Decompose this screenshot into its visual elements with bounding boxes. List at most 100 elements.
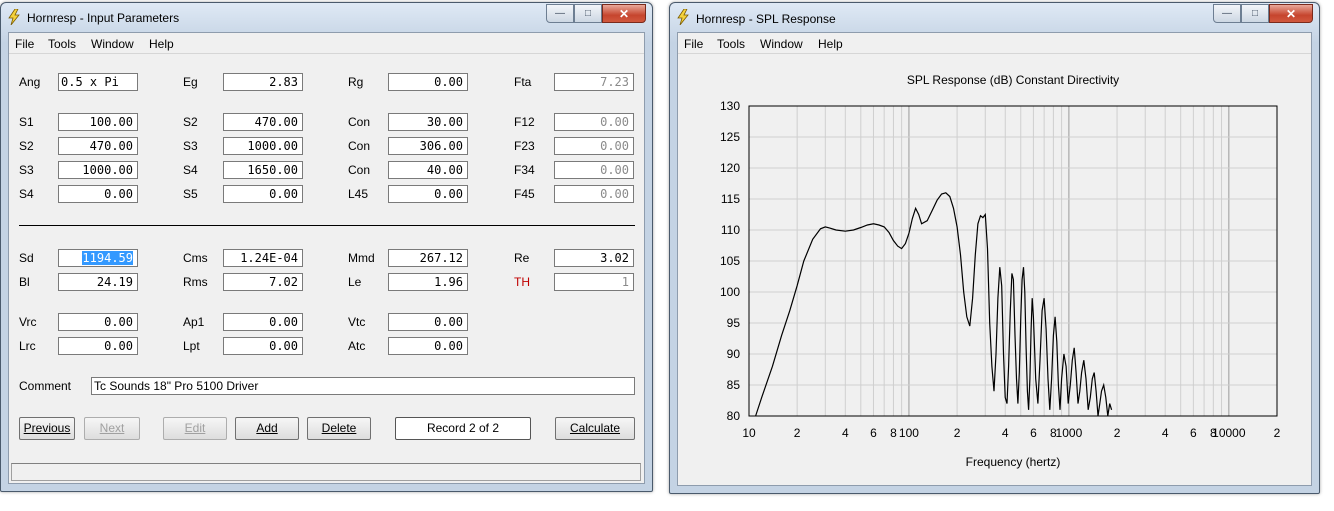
- edit-button-label: Edit: [184, 421, 206, 435]
- field-bl[interactable]: 24.19: [58, 273, 138, 291]
- field-eg[interactable]: 2.83: [223, 73, 303, 91]
- label-f34: F34: [514, 163, 535, 177]
- field-con[interactable]: 30.00: [388, 113, 468, 131]
- lightning-icon: [8, 9, 20, 25]
- field-s2[interactable]: 470.00: [58, 137, 138, 155]
- field-re[interactable]: 3.02: [554, 249, 634, 267]
- label-s3: S3: [19, 163, 34, 177]
- minimize-icon[interactable]: —: [546, 4, 574, 23]
- field-l45[interactable]: 0.00: [388, 185, 468, 203]
- close-icon[interactable]: ✕: [602, 4, 646, 23]
- field-ang[interactable]: 0.5 x Pi: [58, 73, 138, 91]
- field-sd-selected-text: 1194.59: [82, 251, 133, 265]
- label-th[interactable]: TH: [514, 275, 530, 289]
- menu-help[interactable]: Help: [818, 37, 843, 51]
- label-ang: Ang: [19, 75, 41, 89]
- y-tick-label: 105: [720, 254, 740, 268]
- edit-button[interactable]: Edit: [163, 417, 227, 440]
- field-th: 1: [554, 273, 634, 291]
- add-button[interactable]: Add: [235, 417, 299, 440]
- field-lrc[interactable]: 0.00: [58, 337, 138, 355]
- y-tick-label: 130: [720, 99, 740, 113]
- spl-response-window: Hornresp - SPL Response — □ ✕ File Tools…: [669, 2, 1320, 494]
- label-eg: Eg: [183, 75, 198, 89]
- field-mmd[interactable]: 267.12: [388, 249, 468, 267]
- spl-response-client: File Tools Window Help SPL Response (dB)…: [677, 32, 1312, 486]
- field-cms[interactable]: 1.24E-04: [223, 249, 303, 267]
- field-ap1[interactable]: 0.00: [223, 313, 303, 331]
- field-fta: 7.23: [554, 73, 634, 91]
- field-s3[interactable]: 1000.00: [223, 137, 303, 155]
- y-tick-labels: 80 85 90 95 100 105 110 115 120 125 130: [720, 99, 740, 423]
- label-lrc: Lrc: [19, 339, 36, 353]
- calculate-button-label: Calculate: [569, 421, 621, 435]
- field-s4[interactable]: 0.00: [58, 185, 138, 203]
- previous-button[interactable]: Previous: [19, 417, 75, 440]
- x-tick-label: 8: [890, 426, 897, 440]
- label-s3: S3: [183, 139, 198, 153]
- x-tick-labels: 10 2 4 6 8 100 2 4 6 81000 2 4 6 810000 2: [742, 426, 1280, 440]
- delete-button[interactable]: Delete: [307, 417, 371, 440]
- x-tick-label: 1000: [1056, 426, 1083, 440]
- y-tick-label: 100: [720, 285, 740, 299]
- menu-tools[interactable]: Tools: [717, 37, 745, 51]
- y-tick-label: 125: [720, 130, 740, 144]
- field-s1[interactable]: 100.00: [58, 113, 138, 131]
- menu-tools[interactable]: Tools: [48, 37, 76, 51]
- x-tick-label: 10: [742, 426, 756, 440]
- label-s5: S5: [183, 187, 198, 201]
- menu-bar: File Tools Window Help: [9, 33, 644, 53]
- lightning-icon: [677, 9, 689, 25]
- y-tick-label: 90: [727, 347, 741, 361]
- next-button[interactable]: Next: [84, 417, 140, 440]
- menu-help[interactable]: Help: [149, 37, 174, 51]
- close-icon[interactable]: ✕: [1269, 4, 1313, 23]
- label-f12: F12: [514, 115, 535, 129]
- menu-file[interactable]: File: [15, 37, 34, 51]
- field-s3[interactable]: 1000.00: [58, 161, 138, 179]
- label-mmd: Mmd: [348, 251, 375, 265]
- menu-file[interactable]: File: [684, 37, 703, 51]
- x-tick-label: 6: [1190, 426, 1197, 440]
- previous-button-label: Previous: [23, 421, 71, 435]
- label-s4: S4: [183, 163, 198, 177]
- calculate-button[interactable]: Calculate: [555, 417, 635, 440]
- field-con[interactable]: 306.00: [388, 137, 468, 155]
- field-sd[interactable]: 1194.59: [58, 249, 138, 267]
- chart-grid: [749, 106, 1277, 416]
- add-button-label: Add: [256, 421, 278, 435]
- label-f45: F45: [514, 187, 535, 201]
- status-bar: [11, 463, 641, 481]
- label-le: Le: [348, 275, 362, 289]
- section-divider: [19, 225, 635, 226]
- title-bar[interactable]: Hornresp - SPL Response — □ ✕: [670, 3, 1319, 31]
- minimize-icon[interactable]: —: [1213, 4, 1241, 23]
- title-bar[interactable]: Hornresp - Input Parameters — □ ✕: [1, 3, 652, 31]
- field-atc[interactable]: 0.00: [388, 337, 468, 355]
- field-s2[interactable]: 470.00: [223, 113, 303, 131]
- field-le[interactable]: 1.96: [388, 273, 468, 291]
- x-tick-label: 100: [899, 426, 919, 440]
- menu-window[interactable]: Window: [760, 37, 803, 51]
- field-vtc[interactable]: 0.00: [388, 313, 468, 331]
- field-rms[interactable]: 7.02: [223, 273, 303, 291]
- label-s4: S4: [19, 187, 34, 201]
- field-vrc[interactable]: 0.00: [58, 313, 138, 331]
- maximize-icon[interactable]: □: [574, 4, 602, 23]
- comment-field[interactable]: Tc Sounds 18" Pro 5100 Driver: [91, 377, 635, 395]
- field-s4[interactable]: 1650.00: [223, 161, 303, 179]
- field-con[interactable]: 40.00: [388, 161, 468, 179]
- x-tick-label: 2: [1114, 426, 1121, 440]
- field-rg[interactable]: 0.00: [388, 73, 468, 91]
- spl-series-line: [755, 192, 1113, 417]
- field-lpt[interactable]: 0.00: [223, 337, 303, 355]
- y-tick-label: 85: [727, 378, 741, 392]
- field-f34: 0.00: [554, 161, 634, 179]
- menu-window[interactable]: Window: [91, 37, 134, 51]
- y-tick-label: 95: [727, 316, 741, 330]
- maximize-icon[interactable]: □: [1241, 4, 1269, 23]
- label-ap1: Ap1: [183, 315, 205, 329]
- field-s5[interactable]: 0.00: [223, 185, 303, 203]
- label-f23: F23: [514, 139, 535, 153]
- label-fta: Fta: [514, 75, 532, 89]
